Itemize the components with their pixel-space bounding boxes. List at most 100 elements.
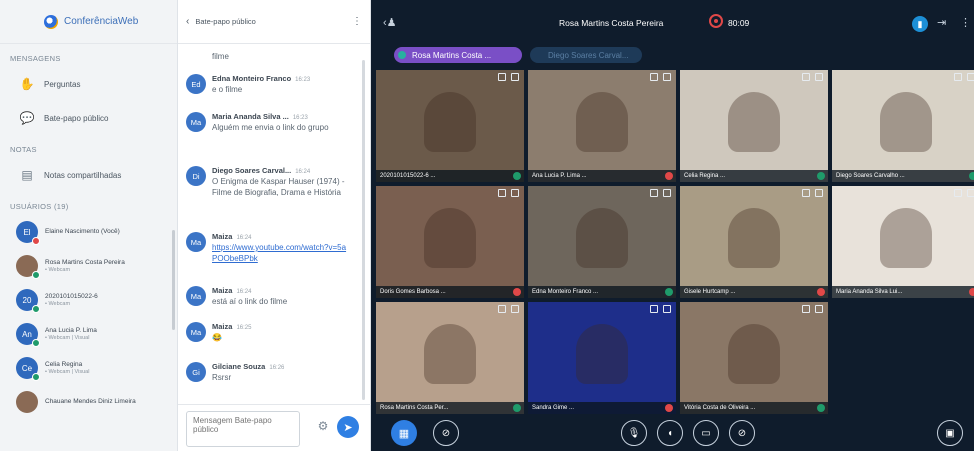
fullscreen-icon[interactable] — [815, 73, 823, 81]
chat-title: Bate-papo público — [195, 17, 256, 26]
avatar: Ed — [186, 74, 206, 94]
talking-indicator-active[interactable]: Rosa Martins Costa ... — [394, 47, 522, 63]
pin-icon[interactable] — [498, 189, 506, 197]
pin-icon[interactable] — [498, 305, 506, 313]
sidebar-item-shared-notes[interactable]: ▤ Notas compartilhadas — [0, 158, 177, 192]
video-tile[interactable]: Edna Monteiro Franco ... — [528, 186, 676, 298]
layout-button[interactable]: ▦ — [391, 420, 417, 446]
fullscreen-icon[interactable] — [663, 73, 671, 81]
participant-name: Ana Lucia P. Lima ... — [528, 170, 676, 182]
record-icon[interactable] — [709, 14, 723, 28]
notes-section-title: NOTAS — [10, 145, 37, 154]
fullscreen-icon[interactable] — [967, 189, 974, 197]
fullscreen-icon[interactable] — [663, 305, 671, 313]
sidebar-item-public-chat[interactable]: 💬 Bate-papo público — [0, 101, 177, 135]
chat-scrollbar[interactable] — [362, 60, 365, 400]
more-options-icon[interactable]: ⋮ — [352, 16, 362, 27]
video-tile[interactable]: Ana Lucia P. Lima ... — [528, 70, 676, 182]
message-time: 16:24 — [236, 235, 252, 241]
app-logo: ConferênciaWeb — [0, 0, 177, 44]
gear-icon[interactable]: ⚙ — [316, 419, 330, 433]
sidebar-item-questions[interactable]: ✋ Perguntas — [0, 67, 177, 101]
screenshare-off-icon: ⊘ — [737, 427, 747, 439]
fullscreen-icon[interactable] — [967, 73, 974, 81]
chat-message: Gi Gilciane Souza 16:26 Rsrsr — [178, 362, 356, 384]
avatar: Ma — [186, 286, 206, 306]
video-tile[interactable]: Gisele Hurtcamp ... — [680, 186, 828, 298]
chat-message: Ma Maria Ananda Silva ... 16:23 Alguém me… — [178, 112, 356, 134]
user-item[interactable]: An Ana Lucia P. Lima • Webcam | Visual — [0, 317, 177, 351]
more-options-icon[interactable]: ⋮ — [960, 16, 971, 29]
message-time: 16:24 — [295, 169, 311, 175]
video-tile[interactable]: Diego Soares Carvalho ... — [832, 70, 974, 182]
pin-icon[interactable] — [498, 73, 506, 81]
participant-name: Rosa Martins Costa Per... — [376, 402, 524, 414]
pin-icon[interactable] — [802, 189, 810, 197]
send-icon: ➤ — [343, 421, 353, 434]
users-toggle-icon[interactable]: ‹♟ — [383, 16, 397, 29]
user-item[interactable]: 20 2020101015022-6 • Webcam — [0, 283, 177, 317]
users-section-title: USUÁRIOS (19) — [10, 202, 69, 211]
pin-icon[interactable] — [954, 73, 962, 81]
mic-muted-icon — [969, 288, 974, 296]
pin-icon[interactable] — [802, 305, 810, 313]
video-tile[interactable]: Sandra Gime ... — [528, 302, 676, 414]
avatar: 20 — [16, 289, 40, 313]
minimize-presentation-button[interactable]: ▣ — [937, 420, 963, 446]
message-link[interactable]: https://www.youtube.com/watch?v=5aPOObeB… — [212, 243, 348, 265]
video-tile[interactable]: Vitória Costa de Oliveira ... — [680, 302, 828, 414]
video-tile[interactable]: Rosa Martins Costa Per... — [376, 302, 524, 414]
audio-button[interactable]: ◖ — [657, 420, 683, 446]
participant-video — [576, 324, 628, 384]
headphones-icon: ◖ — [666, 427, 674, 439]
user-item[interactable]: Chauane Mendes Diniz Limeira — [0, 385, 177, 419]
pin-icon[interactable] — [954, 189, 962, 197]
user-item[interactable]: Rosa Martins Costa Pereira • Webcam — [0, 249, 177, 283]
presenter-name: Rosa Martins Costa Pereira — [559, 18, 664, 28]
fullscreen-icon[interactable] — [511, 189, 519, 197]
participant-video — [424, 92, 476, 152]
mic-muted-icon — [665, 404, 673, 412]
user-item[interactable]: El Elaine Nascimento (Você) — [0, 215, 177, 249]
mic-icon — [32, 373, 40, 381]
mic-icon — [32, 271, 40, 279]
back-button[interactable]: ‹ Bate-papo público — [186, 16, 256, 27]
fullscreen-icon[interactable] — [815, 189, 823, 197]
video-tile[interactable]: Maria Ananda Silva Lui... — [832, 186, 974, 298]
fullscreen-icon[interactable] — [511, 305, 519, 313]
avatar: Ce — [16, 357, 40, 381]
pin-icon[interactable] — [650, 189, 658, 197]
mic-muted-icon — [665, 172, 673, 180]
talking-indicator[interactable]: Diego Soares Carval... — [530, 47, 642, 63]
pin-icon[interactable] — [802, 73, 810, 81]
connection-status-button[interactable]: ▮ — [912, 16, 928, 32]
leave-icon[interactable]: ⇥ — [937, 16, 946, 29]
participant-name: Diego Soares Carvalho ... — [832, 170, 974, 182]
message-time: 16:26 — [269, 365, 285, 371]
video-tile[interactable]: 2020101015022-6 ... — [376, 70, 524, 182]
chat-message-input[interactable] — [186, 411, 300, 447]
sidebar-scrollbar[interactable] — [172, 230, 175, 330]
presentation-toggle-button[interactable]: ⊘ — [433, 420, 459, 446]
screenshare-button[interactable]: ⊘ — [729, 420, 755, 446]
fullscreen-icon[interactable] — [663, 189, 671, 197]
video-tile[interactable]: Celia Regina ... — [680, 70, 828, 182]
mic-icon — [32, 339, 40, 347]
video-tile[interactable]: Doris Gomes Barbosa ... — [376, 186, 524, 298]
pin-icon[interactable] — [650, 73, 658, 81]
chat-message: Ma Maiza 16:24 está aí o link do filme — [178, 286, 356, 308]
fullscreen-icon[interactable] — [511, 73, 519, 81]
avatar: Di — [186, 166, 206, 186]
chat-message: Ed Edna Monteiro Franco 16:23 e o filme — [178, 74, 356, 96]
mic-muted-icon — [817, 288, 825, 296]
chat-panel: ‹ Bate-papo público ⋮ filme Ed Edna Monte… — [178, 0, 371, 451]
pin-icon[interactable] — [650, 305, 658, 313]
user-item[interactable]: Ce Celia Regina • Webcam | Visual — [0, 351, 177, 385]
webcam-button[interactable]: ▭ — [693, 420, 719, 446]
message-text: 😂 — [212, 333, 222, 342]
chevron-left-icon: ‹ — [186, 16, 190, 27]
send-button[interactable]: ➤ — [337, 416, 359, 438]
fullscreen-icon[interactable] — [815, 305, 823, 313]
mic-button[interactable]: 🎙 — [621, 420, 647, 446]
message-author: Edna Monteiro Franco — [212, 74, 292, 83]
